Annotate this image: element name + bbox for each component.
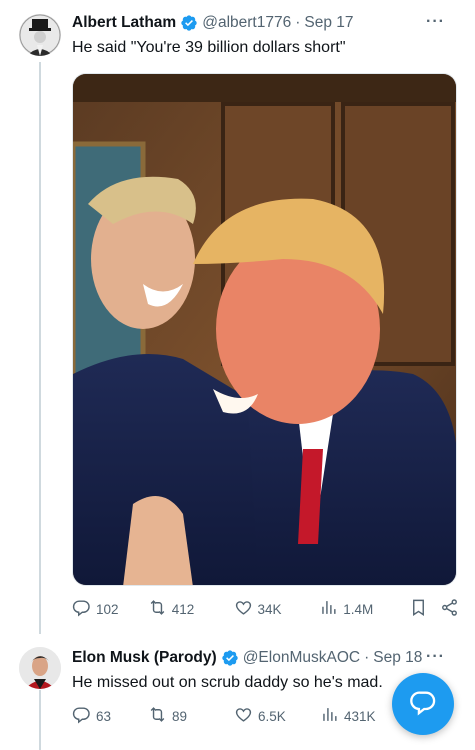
author-handle[interactable]: @albert1776 [202, 14, 291, 32]
tweet-actions: 102 412 34K 1.4M [72, 598, 459, 620]
views-count: 1.4M [343, 601, 374, 617]
views-count: 431K [344, 708, 376, 724]
retweet-icon [148, 598, 167, 620]
like-count: 34K [257, 601, 282, 617]
tweet-albert-latham[interactable]: Albert Latham @albert1776 · Sep 17 ··· H… [0, 0, 475, 632]
tweet-text: He said "You're 39 billion dollars short… [72, 39, 346, 56]
like-button[interactable]: 34K [234, 598, 320, 620]
more-options-icon[interactable]: ··· [426, 13, 445, 31]
author-handle[interactable]: @ElonMuskAOC [243, 649, 360, 667]
separator-dot: · [295, 14, 301, 31]
views-button[interactable]: 1.4M [319, 598, 405, 620]
heart-icon [234, 705, 253, 727]
retweet-button[interactable]: 412 [148, 598, 234, 620]
like-button[interactable]: 6.5K [234, 705, 320, 727]
reply-button[interactable]: 63 [72, 705, 148, 727]
more-options-icon[interactable]: ··· [426, 648, 445, 666]
tweet-header: Elon Musk (Parody) @ElonMuskAOC · Sep 18… [72, 648, 463, 668]
tweet-date[interactable]: Sep 18 [373, 649, 422, 667]
verified-badge-icon [180, 14, 198, 32]
reply-icon [72, 598, 91, 620]
reply-count: 102 [96, 601, 119, 617]
author-name[interactable]: Elon Musk (Parody) [72, 649, 217, 667]
share-icon[interactable] [440, 598, 459, 620]
retweet-count: 412 [171, 601, 195, 617]
reply-count: 63 [96, 708, 112, 724]
bookmark-icon[interactable] [409, 598, 428, 620]
separator-dot: · [364, 649, 370, 666]
tweet-header: Albert Latham @albert1776 · Sep 17 ··· [72, 13, 463, 33]
like-count: 6.5K [258, 708, 286, 724]
compose-reply-button[interactable] [392, 673, 454, 735]
reply-button[interactable]: 102 [72, 598, 148, 620]
compose-reply-icon [409, 688, 437, 721]
heart-icon [234, 598, 253, 620]
author-name[interactable]: Albert Latham [72, 14, 176, 32]
reply-icon [72, 705, 91, 727]
verified-badge-icon [221, 649, 239, 667]
retweet-button[interactable]: 89 [148, 705, 234, 727]
retweet-count: 89 [172, 708, 188, 724]
avatar[interactable] [19, 647, 61, 689]
avatar[interactable] [19, 14, 61, 56]
views-icon [319, 598, 338, 620]
tweet-photo[interactable] [72, 73, 457, 586]
thread-view: Albert Latham @albert1776 · Sep 17 ··· H… [0, 0, 475, 750]
tweet-date[interactable]: Sep 17 [304, 14, 353, 32]
retweet-icon [148, 705, 167, 727]
views-icon [320, 705, 339, 727]
